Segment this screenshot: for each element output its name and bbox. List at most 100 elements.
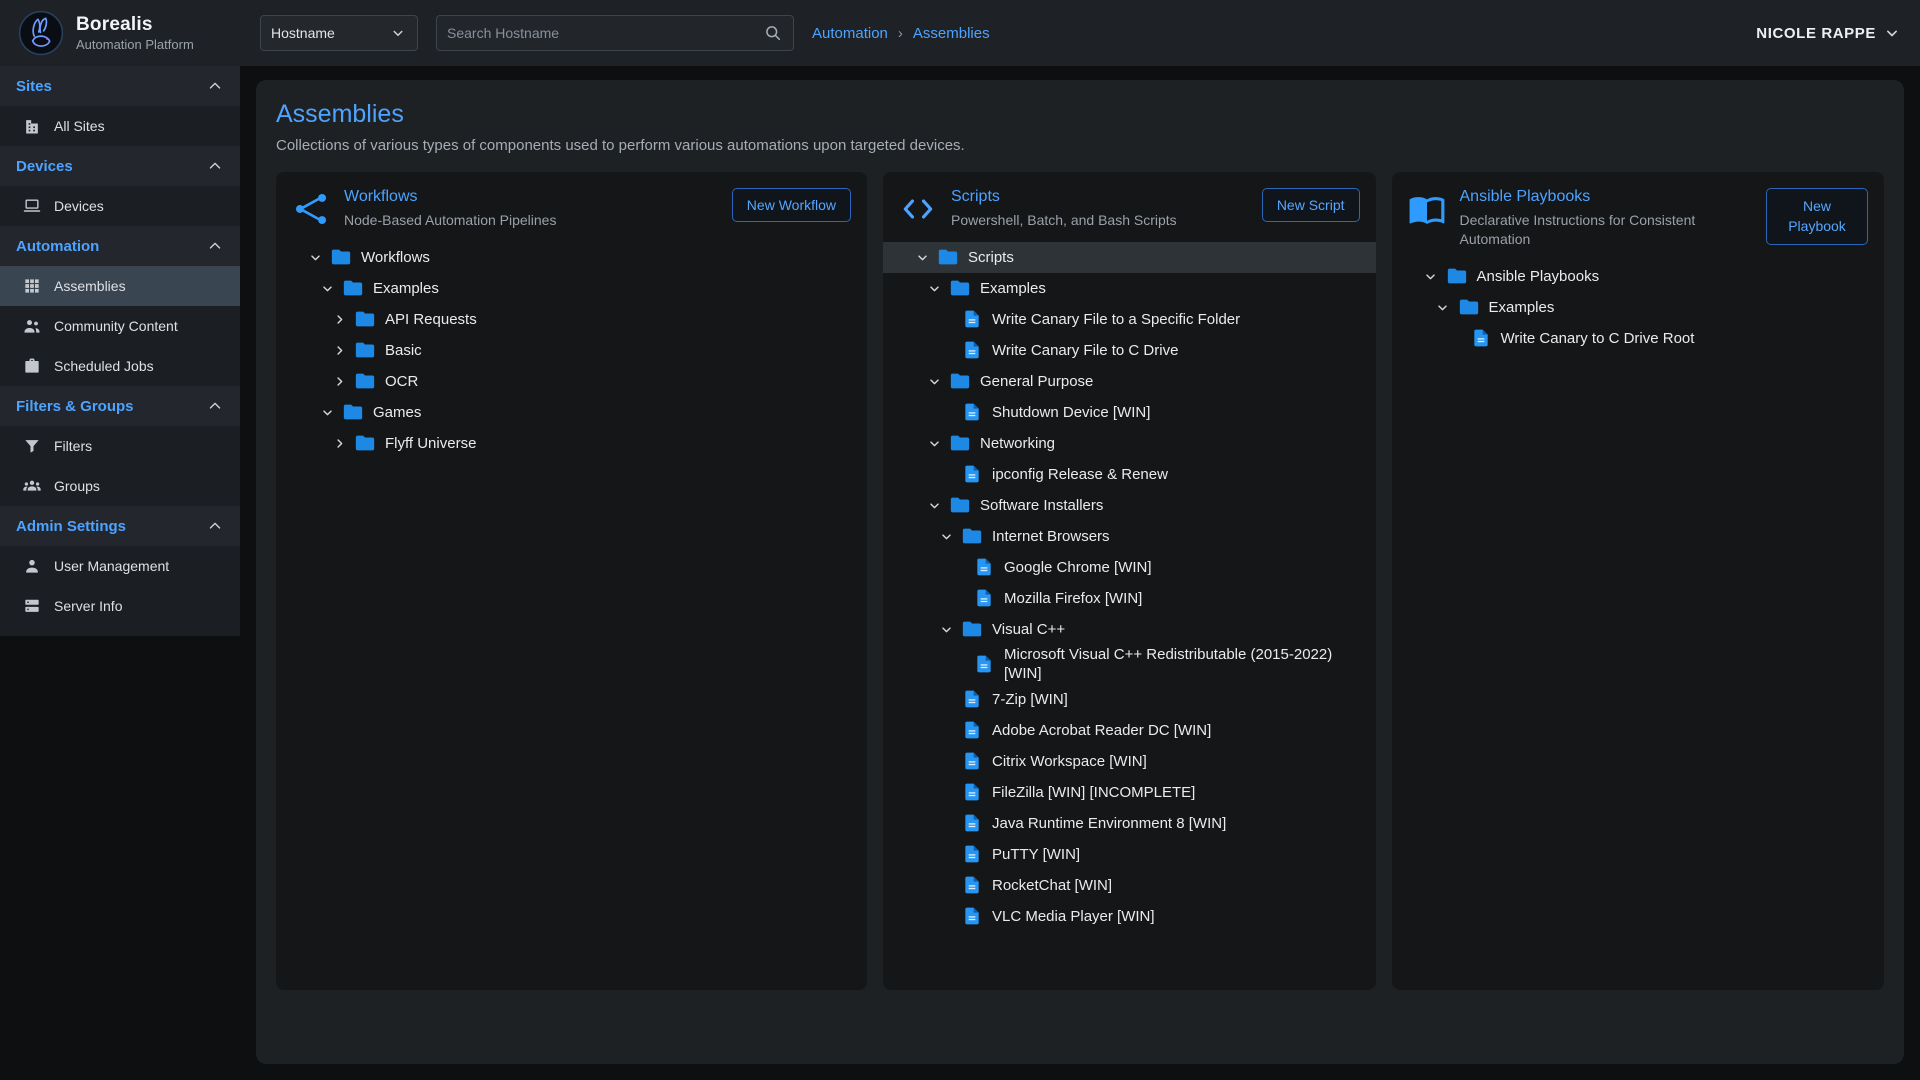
tree-folder-ocr[interactable]: OCR xyxy=(276,366,867,397)
chevron-down-icon[interactable] xyxy=(304,246,326,268)
chevron-right-icon[interactable] xyxy=(328,308,350,330)
playbooks-card-title: Ansible Playbooks xyxy=(1460,188,1753,206)
workflow-icon xyxy=(292,190,330,228)
search-box[interactable] xyxy=(436,15,794,51)
tree-folder-basic[interactable]: Basic xyxy=(276,335,867,366)
sidebar-item-assemblies[interactable]: Assemblies xyxy=(0,266,240,306)
tree-folder-games[interactable]: Games xyxy=(276,397,867,428)
chevron-spacer xyxy=(935,339,957,361)
brand-name: Borealis xyxy=(76,14,194,36)
tree-file-write-canary-file-to-a-specific-folder[interactable]: Write Canary File to a Specific Folder xyxy=(883,304,1376,335)
tree-file-shutdown-device-win[interactable]: Shutdown Device [WIN] xyxy=(883,397,1376,428)
tree-folder-software-installers[interactable]: Software Installers xyxy=(883,490,1376,521)
chevron-right-icon[interactable] xyxy=(328,339,350,361)
folder-icon xyxy=(937,246,959,268)
tree-item-label: Workflows xyxy=(361,248,430,268)
breadcrumb-assemblies[interactable]: Assemblies xyxy=(913,25,990,42)
sidebar-section-filters-groups[interactable]: Filters & Groups xyxy=(0,386,240,426)
sidebar-item-scheduled-jobs[interactable]: Scheduled Jobs xyxy=(0,346,240,386)
tree-file-citrix-workspace-win[interactable]: Citrix Workspace [WIN] xyxy=(883,746,1376,777)
tree-folder-examples[interactable]: Examples xyxy=(1392,292,1885,323)
tree-file-adobe-acrobat-reader-dc-win[interactable]: Adobe Acrobat Reader DC [WIN] xyxy=(883,715,1376,746)
chevron-down-icon[interactable] xyxy=(923,277,945,299)
chevron-right-icon[interactable] xyxy=(328,432,350,454)
playbooks-card: Ansible Playbooks Declarative Instructio… xyxy=(1392,172,1885,990)
chevron-down-icon xyxy=(1882,23,1902,43)
tree-folder-api-requests[interactable]: API Requests xyxy=(276,304,867,335)
file-icon xyxy=(961,463,983,485)
chevron-spacer xyxy=(935,781,957,803)
hostname-dropdown[interactable]: Hostname xyxy=(260,15,418,51)
folder-icon xyxy=(1446,265,1468,287)
tree-folder-flyff-universe[interactable]: Flyff Universe xyxy=(276,428,867,459)
chevron-right-icon[interactable] xyxy=(328,370,350,392)
tree-file-rocketchat-win[interactable]: RocketChat [WIN] xyxy=(883,870,1376,901)
new-playbook-button[interactable]: New Playbook xyxy=(1766,188,1868,245)
tree-file-write-canary-file-to-c-drive[interactable]: Write Canary File to C Drive xyxy=(883,335,1376,366)
chevron-down-icon[interactable] xyxy=(923,370,945,392)
tree-file-write-canary-to-c-drive-root[interactable]: Write Canary to C Drive Root xyxy=(1392,323,1885,354)
tree-item-label: Examples xyxy=(980,279,1046,299)
tree-file-java-runtime-environment-8-win[interactable]: Java Runtime Environment 8 [WIN] xyxy=(883,808,1376,839)
people-icon xyxy=(22,316,42,336)
tree-folder-ansible-playbooks[interactable]: Ansible Playbooks xyxy=(1392,261,1885,292)
sidebar-section-automation[interactable]: Automation xyxy=(0,226,240,266)
tree-folder-examples[interactable]: Examples xyxy=(276,273,867,304)
tree-file-ipconfig-release-renew[interactable]: ipconfig Release & Renew xyxy=(883,459,1376,490)
chevron-down-icon[interactable] xyxy=(911,246,933,268)
chevron-down-icon[interactable] xyxy=(923,432,945,454)
chevron-spacer xyxy=(1444,327,1466,349)
tree-file-7-zip-win[interactable]: 7-Zip [WIN] xyxy=(883,684,1376,715)
tree-folder-general-purpose[interactable]: General Purpose xyxy=(883,366,1376,397)
sidebar-item-user-management[interactable]: User Management xyxy=(0,546,240,586)
sidebar-section-sites[interactable]: Sites xyxy=(0,66,240,106)
tree-file-vlc-media-player-win[interactable]: VLC Media Player [WIN] xyxy=(883,901,1376,932)
brand-subtitle: Automation Platform xyxy=(76,37,194,52)
tree-folder-examples[interactable]: Examples xyxy=(883,273,1376,304)
tree-folder-networking[interactable]: Networking xyxy=(883,428,1376,459)
chevron-spacer xyxy=(947,587,969,609)
tree-folder-scripts[interactable]: Scripts xyxy=(883,242,1376,273)
tree-file-putty-win[interactable]: PuTTY [WIN] xyxy=(883,839,1376,870)
user-menu[interactable]: NICOLE RAPPE xyxy=(1756,23,1902,43)
tree-folder-visual-c[interactable]: Visual C++ xyxy=(883,614,1376,645)
tree-file-filezilla-win-incomplete[interactable]: FileZilla [WIN] [INCOMPLETE] xyxy=(883,777,1376,808)
breadcrumb-automation[interactable]: Automation xyxy=(812,25,888,42)
folder-icon xyxy=(354,432,376,454)
chevron-down-icon[interactable] xyxy=(935,618,957,640)
tree-file-google-chrome-win[interactable]: Google Chrome [WIN] xyxy=(883,552,1376,583)
sidebar-section-admin-settings[interactable]: Admin Settings xyxy=(0,506,240,546)
tree-item-label: RocketChat [WIN] xyxy=(992,876,1112,896)
chevron-down-icon[interactable] xyxy=(1420,265,1442,287)
borealis-logo-icon xyxy=(18,10,64,56)
tree-file-mozilla-firefox-win[interactable]: Mozilla Firefox [WIN] xyxy=(883,583,1376,614)
sidebar-item-devices[interactable]: Devices xyxy=(0,186,240,226)
tree-folder-internet-browsers[interactable]: Internet Browsers xyxy=(883,521,1376,552)
sidebar-item-server-info[interactable]: Server Info xyxy=(0,586,240,626)
filter-icon xyxy=(22,436,42,456)
chevron-up-icon xyxy=(206,397,224,415)
new-workflow-button[interactable]: New Workflow xyxy=(732,188,851,222)
tree-file-microsoft-visual-c-redistributable-2015-2022-win[interactable]: Microsoft Visual C++ Redistributable (20… xyxy=(883,645,1376,684)
chevron-spacer xyxy=(935,308,957,330)
tree-item-label: Examples xyxy=(1489,298,1555,318)
search-input[interactable] xyxy=(447,25,763,41)
workflows-card-header: Workflows Node-Based Automation Pipeline… xyxy=(276,188,867,230)
tree-item-label: API Requests xyxy=(385,310,477,330)
search-icon[interactable] xyxy=(763,23,783,43)
chevron-down-icon[interactable] xyxy=(316,401,338,423)
chevron-down-icon[interactable] xyxy=(316,277,338,299)
sidebar-section-devices[interactable]: Devices xyxy=(0,146,240,186)
tree-folder-workflows[interactable]: Workflows xyxy=(276,242,867,273)
sidebar-item-all-sites[interactable]: All Sites xyxy=(0,106,240,146)
chevron-down-icon[interactable] xyxy=(923,494,945,516)
sidebar-item-filters[interactable]: Filters xyxy=(0,426,240,466)
scripts-card: Scripts Powershell, Batch, and Bash Scri… xyxy=(883,172,1376,990)
chevron-down-icon[interactable] xyxy=(1432,296,1454,318)
page-title: Assemblies xyxy=(276,100,1884,129)
sidebar-item-community-content[interactable]: Community Content xyxy=(0,306,240,346)
chevron-down-icon[interactable] xyxy=(935,525,957,547)
tree-item-label: Citrix Workspace [WIN] xyxy=(992,752,1147,772)
new-script-button[interactable]: New Script xyxy=(1262,188,1360,222)
sidebar-item-groups[interactable]: Groups xyxy=(0,466,240,506)
